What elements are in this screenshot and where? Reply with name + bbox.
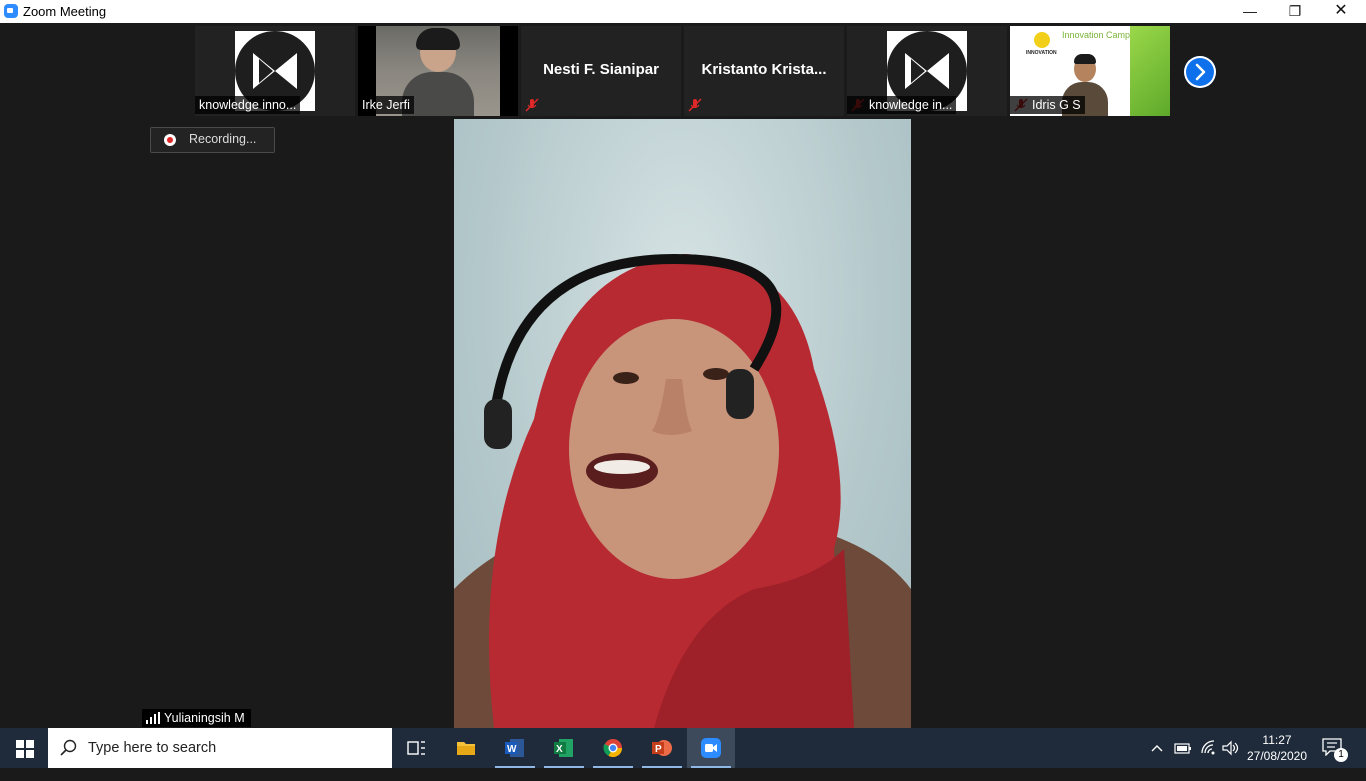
- search-icon: [60, 739, 77, 756]
- task-view-button[interactable]: [392, 728, 440, 768]
- clock-date: 27/08/2020: [1246, 749, 1308, 763]
- task-view-icon: [407, 741, 425, 755]
- windows-icon: [16, 740, 34, 758]
- chevron-up-icon[interactable]: [1150, 741, 1164, 781]
- participant-thumbnail[interactable]: INNOVATION Innovation Camp Idris G S: [1010, 26, 1170, 116]
- search-placeholder: Type here to search: [88, 740, 217, 756]
- file-explorer-button[interactable]: [442, 728, 490, 768]
- minimize-button[interactable]: —: [1227, 0, 1273, 23]
- zoom-taskbar-button[interactable]: [687, 728, 735, 768]
- participant-name: Nesti F. Sianipar: [543, 61, 659, 78]
- recording-label: Recording...: [189, 132, 257, 146]
- zoom-app-icon: [4, 4, 18, 18]
- active-speaker-video: [454, 119, 911, 728]
- participant-thumbnail[interactable]: Irke Jerfi: [358, 26, 518, 116]
- volume-icon[interactable]: [1222, 740, 1240, 780]
- battery-icon[interactable]: [1174, 741, 1192, 781]
- word-button[interactable]: W: [491, 728, 539, 768]
- action-center-button[interactable]: 1: [1322, 738, 1348, 762]
- folder-icon: [457, 742, 475, 755]
- start-button[interactable]: [0, 728, 48, 768]
- participant-thumbnail[interactable]: Kristanto Krista...: [684, 26, 844, 116]
- restore-button[interactable]: ❐: [1272, 0, 1318, 23]
- window-title: Zoom Meeting: [23, 4, 107, 19]
- chrome-icon: [603, 739, 622, 758]
- word-icon: W: [505, 739, 524, 757]
- title-bar: Zoom Meeting — ❐ ✕: [0, 0, 1366, 23]
- windows-taskbar: Type here to search W X P 11:27 27/08/20…: [0, 728, 1366, 768]
- active-speaker-name-tag: Yulianingsih M: [142, 709, 251, 727]
- signal-strength-icon: [146, 712, 160, 724]
- excel-icon: X: [554, 739, 573, 757]
- participant-thumbnail[interactable]: Nesti F. Sianipar: [521, 26, 681, 116]
- participant-strip: knowledge inno... Irke Jerfi Nesti F. Si…: [0, 23, 1366, 118]
- participant-thumbnail[interactable]: knowledge inno...: [195, 26, 355, 116]
- next-page-button[interactable]: [1184, 56, 1216, 88]
- notification-count: 1: [1334, 748, 1348, 762]
- wifi-icon[interactable]: [1200, 740, 1218, 780]
- participant-thumbnail[interactable]: knowledge in...: [847, 26, 1007, 116]
- participant-name: Idris G S: [1010, 96, 1085, 114]
- recording-indicator[interactable]: Recording...: [150, 127, 275, 153]
- participant-name: Irke Jerfi: [358, 96, 414, 114]
- powerpoint-icon: P: [652, 740, 672, 756]
- excel-button[interactable]: X: [540, 728, 588, 768]
- innovation-logo: [1034, 32, 1050, 48]
- taskbar-clock[interactable]: 11:27 27/08/2020: [1240, 732, 1314, 764]
- taskbar-search-box[interactable]: Type here to search: [48, 728, 392, 768]
- chevron-right-icon: [1195, 63, 1206, 81]
- slide-logo-text: INNOVATION: [1026, 50, 1057, 56]
- muted-mic-icon: [688, 98, 702, 112]
- chrome-button[interactable]: [589, 728, 637, 768]
- participant-name: knowledge in...: [847, 96, 957, 114]
- clock-time: 11:27: [1262, 733, 1292, 747]
- zoom-icon: [701, 738, 721, 758]
- svg-text:P: P: [655, 744, 662, 755]
- powerpoint-button[interactable]: P: [638, 728, 686, 768]
- close-button[interactable]: ✕: [1318, 0, 1364, 23]
- speaker-video-frame: [454, 253, 911, 728]
- slide-title: Innovation Camp: [1062, 30, 1131, 40]
- speaker-name: Yulianingsih M: [164, 711, 245, 725]
- record-icon: [164, 134, 176, 146]
- svg-text:W: W: [507, 744, 517, 755]
- muted-mic-icon: [525, 98, 539, 112]
- participant-name: Kristanto Krista...: [701, 61, 827, 78]
- svg-text:X: X: [556, 744, 563, 755]
- participant-name: knowledge inno...: [195, 96, 301, 114]
